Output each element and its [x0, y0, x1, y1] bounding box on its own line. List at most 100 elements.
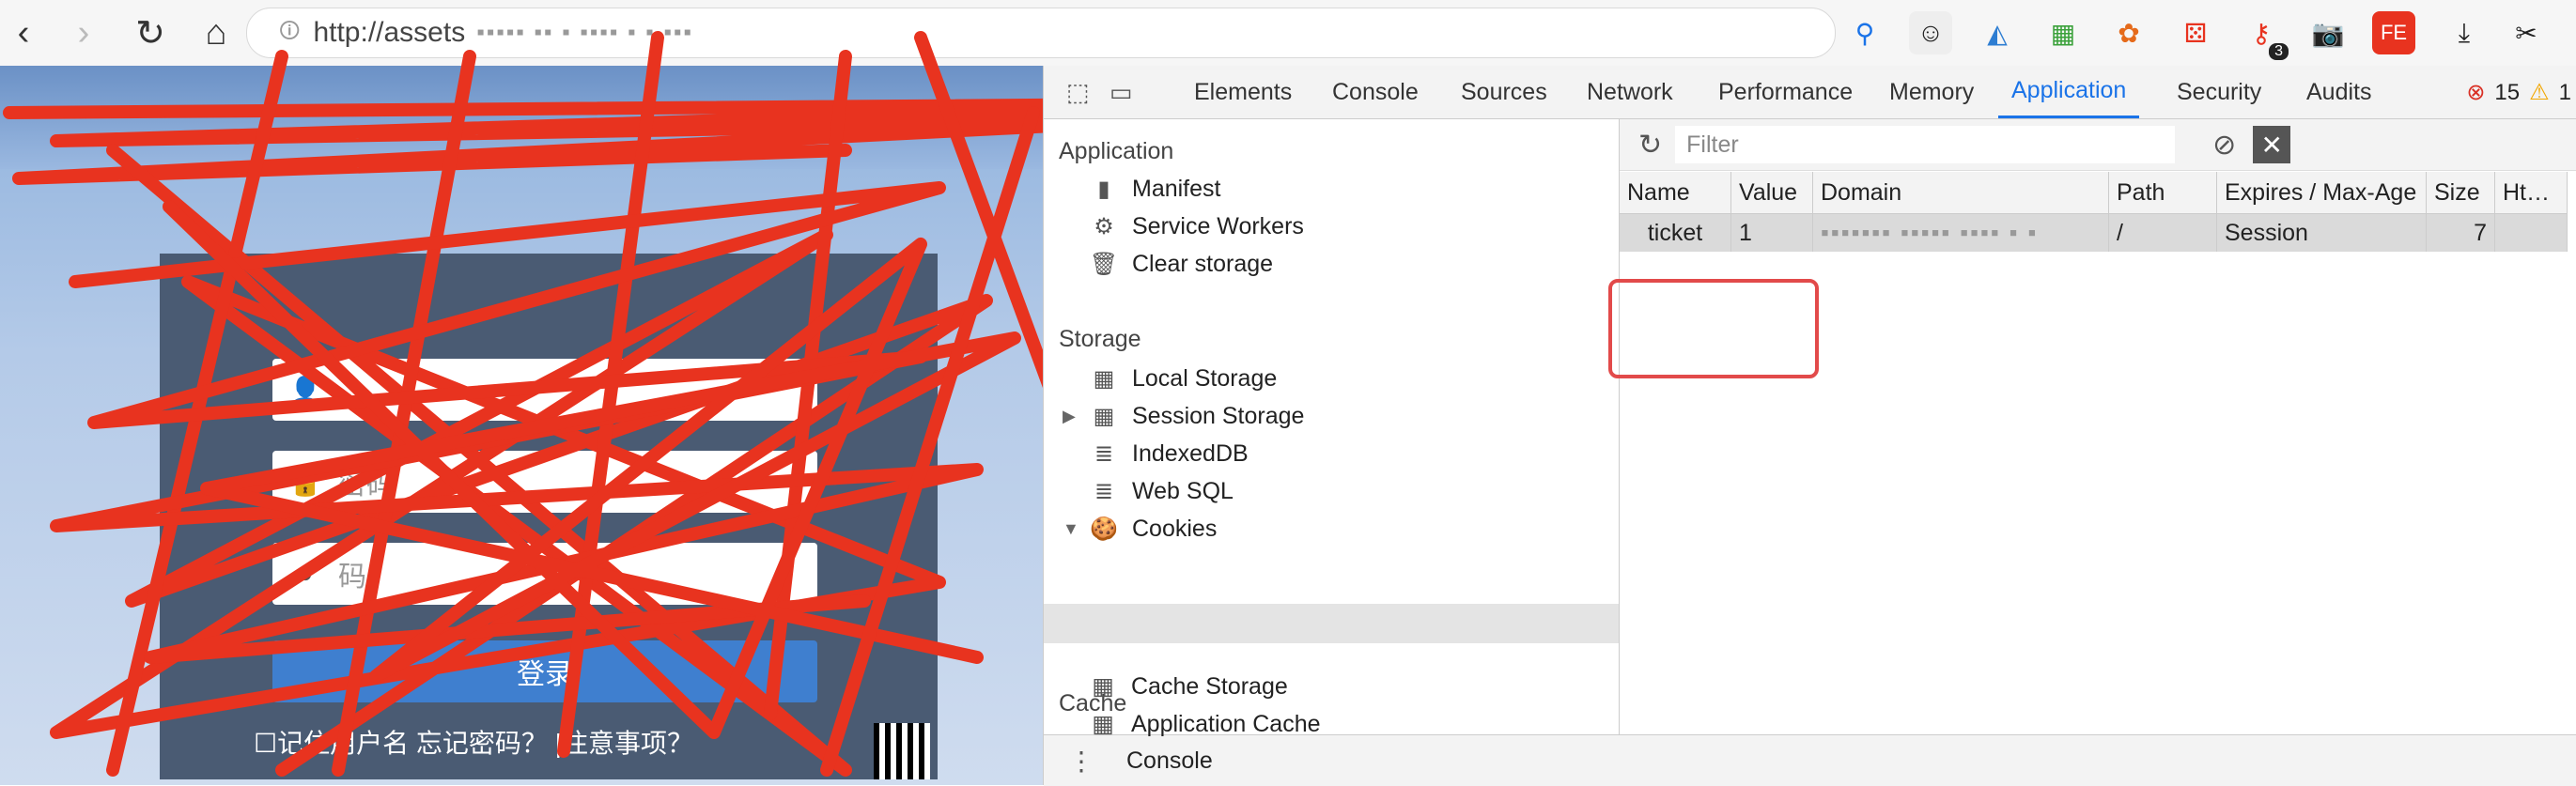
browser-toolbar: ‹ › ↻ ⌂ 🛈 http://assets ▪▪▪▪▪ ▪▪ ▪ ▪▪▪▪ … — [0, 0, 2576, 67]
sidebar-item-local-storage[interactable]: ▦ Local Storage — [1089, 365, 1278, 393]
sidebar-item-label: Application Cache — [1131, 710, 1321, 737]
password-field[interactable]: 🔒 密码 — [272, 451, 817, 513]
clear-all-icon[interactable]: ⊘ — [2212, 129, 2236, 162]
column-header-domain[interactable]: Domain — [1812, 172, 2109, 214]
tab-memory[interactable]: Memory — [1889, 66, 1974, 118]
flower-extension-icon[interactable]: ✿ — [2107, 11, 2150, 54]
webpage-viewport: 👤 🔒 密码 ● 码 登录 ☐记住用户名 忘记密码？ |注意事项？ — [0, 66, 1043, 785]
panda-extension-icon[interactable]: ☺ — [1909, 11, 1952, 54]
sidebar-item-label: Local Storage — [1132, 365, 1278, 392]
remember-row[interactable]: ☐记住用户名 忘记密码？ |注意事项？ — [254, 723, 693, 761]
cell-httponly — [2494, 213, 2568, 252]
dice-extension-icon[interactable]: ⚄ — [2174, 11, 2217, 54]
warning-icon: ⚠ — [2529, 80, 2550, 105]
sidebar-item-application-cache[interactable]: ▦ Application Cache — [1088, 710, 1321, 738]
column-header-expires[interactable]: Expires / Max-Age — [2216, 172, 2427, 214]
tab-audits[interactable]: Audits — [2306, 66, 2371, 118]
sidebar-item-clear-storage[interactable]: 🗑 Clear storage — [1089, 251, 1273, 278]
more-options-icon[interactable]: ⋮ — [1068, 746, 1094, 777]
device-toggle-icon[interactable]: ▭ — [1110, 66, 1133, 118]
tab-performance[interactable]: Performance — [1718, 66, 1853, 118]
forward-icon[interactable]: › — [60, 9, 107, 56]
manifest-icon: ▮ — [1097, 177, 1110, 202]
cell-size: 7 — [2426, 213, 2495, 252]
sidebar-item-label: IndexedDB — [1132, 440, 1249, 467]
password-placeholder: 密码 — [338, 470, 395, 501]
page-header-strip — [0, 66, 1043, 169]
grid-extension-icon[interactable]: ▦ — [2041, 11, 2085, 54]
table-icon: ▦ — [1093, 366, 1115, 392]
sidebar-item-web-sql[interactable]: ≣ Web SQL — [1089, 478, 1234, 505]
qr-code-icon — [874, 723, 930, 779]
cell-name: ticket — [1620, 213, 1731, 252]
download-icon[interactable]: ⤓ — [2443, 11, 2486, 54]
url-blurred: ▪▪▪▪▪ ▪▪ ▪ ▪▪▪▪ ▪ ▪ ▪▪▪ — [476, 20, 693, 45]
error-icon: ⊗ — [2466, 80, 2486, 105]
key-extension-icon[interactable]: ⚷ 3 — [2240, 11, 2289, 60]
devtools-tabbar: ⬚ ▭ Elements Console Sources Network Per… — [1044, 66, 2576, 119]
insecure-icon: 🛈 — [279, 19, 301, 42]
reload-icon[interactable]: ↻ — [127, 9, 174, 56]
cookie-icon: 🍪 — [1090, 516, 1118, 542]
delete-selected-icon[interactable]: ✕ — [2253, 126, 2291, 163]
table-row[interactable]: ticket 1 ▪▪▪▪▪▪▪ ▪▪▪▪▪ ▪▪▪▪ ▪ ▪ / Sessio… — [1620, 213, 2568, 252]
annotation-highlight-box — [1608, 279, 1819, 378]
login-button[interactable]: 登录 — [272, 640, 817, 702]
cell-value: 1 — [1730, 213, 1813, 252]
table-icon: ▦ — [1092, 711, 1114, 737]
user-icon: 👤 — [288, 375, 322, 405]
column-header-path[interactable]: Path — [2108, 172, 2217, 214]
sidebar-item-manifest[interactable]: ▮ Manifest — [1089, 176, 1220, 203]
column-header-name[interactable]: Name — [1620, 172, 1731, 214]
sidebar-item-service-workers[interactable]: ⚙ Service Workers — [1089, 213, 1304, 240]
lock-icon: 🔒 — [288, 467, 322, 497]
sidebar-item-label: Session Storage — [1132, 403, 1305, 429]
expand-arrow-icon[interactable]: ▶ — [1063, 407, 1076, 426]
filter-input[interactable]: Filter — [1675, 126, 2176, 163]
cell-path: / — [2108, 213, 2217, 252]
issue-counter[interactable]: ⊗ 15 ⚠ 1 — [2466, 79, 2571, 106]
table-header-row: Name Value Domain Path Expires / Max-Age… — [1620, 172, 2568, 214]
sidebar-item-session-storage[interactable]: ▦ Session Storage — [1089, 403, 1305, 430]
back-icon[interactable]: ‹ — [0, 9, 47, 56]
sidebar-section-application: Application — [1059, 138, 1174, 164]
collapse-arrow-icon[interactable]: ▼ — [1063, 519, 1079, 539]
url-text: http://assets — [313, 17, 466, 48]
tab-security[interactable]: Security — [2177, 66, 2261, 118]
sidebar-item-label: Service Workers — [1132, 213, 1304, 239]
tab-network[interactable]: Network — [1587, 66, 1673, 118]
drawer-tab-console[interactable]: Console — [1126, 747, 1213, 775]
sidebar-item-cookies[interactable]: 🍪 Cookies — [1089, 516, 1217, 543]
sidebar-item-indexeddb[interactable]: ≣ IndexedDB — [1089, 440, 1249, 468]
username-field[interactable]: 👤 — [272, 359, 817, 421]
gear-icon: ⚙ — [1094, 214, 1114, 239]
scissors-icon[interactable]: ✂ — [2505, 11, 2548, 54]
pin-extension-icon[interactable]: ⚲ — [1843, 11, 1886, 54]
login-panel: 👤 🔒 密码 ● 码 登录 ☐记住用户名 忘记密码？ |注意事项？ — [160, 254, 938, 779]
camera-extension-icon[interactable]: 📷 — [2306, 11, 2350, 54]
address-bar[interactable]: 🛈 http://assets ▪▪▪▪▪ ▪▪ ▪ ▪▪▪▪ ▪ ▪ ▪▪▪ — [246, 8, 1836, 58]
column-header-httponly[interactable]: Ht… — [2494, 172, 2568, 214]
inspect-icon[interactable]: ⬚ — [1066, 66, 1090, 118]
warning-count: 1 — [2558, 79, 2571, 105]
column-header-size[interactable]: Size — [2426, 172, 2495, 214]
cell-domain-blurred: ▪▪▪▪▪▪▪ ▪▪▪▪▪ ▪▪▪▪ ▪ ▪ — [1821, 219, 2039, 246]
refresh-icon[interactable]: ↻ — [1638, 129, 1662, 162]
column-header-value[interactable]: Value — [1730, 172, 1813, 214]
database-icon: ≣ — [1094, 441, 1114, 467]
sidebar-item-cache-storage[interactable]: ▦ Cache Storage — [1088, 672, 1288, 701]
vue-extension-icon[interactable]: ◭ — [1976, 11, 2019, 54]
application-sidebar: Application ▮ Manifest ⚙ Service Workers 🗑… — [1044, 119, 1620, 734]
tab-console[interactable]: Console — [1332, 66, 1419, 118]
sidebar-item-cookie-domain[interactable] — [1044, 604, 1619, 643]
captcha-field[interactable]: ● 码 — [272, 543, 817, 605]
home-icon[interactable]: ⌂ — [193, 9, 240, 56]
tab-elements[interactable]: Elements — [1194, 66, 1292, 118]
sidebar-section-storage: Storage — [1059, 326, 1141, 352]
tab-application[interactable]: Application — [1998, 66, 2140, 118]
cell-expires: Session — [2216, 213, 2427, 252]
tab-sources[interactable]: Sources — [1461, 66, 1547, 118]
fe-extension-icon[interactable]: FE — [2372, 11, 2415, 54]
sidebar-item-label: Cache Storage — [1131, 672, 1288, 700]
captcha-placeholder: 码 — [338, 562, 366, 593]
